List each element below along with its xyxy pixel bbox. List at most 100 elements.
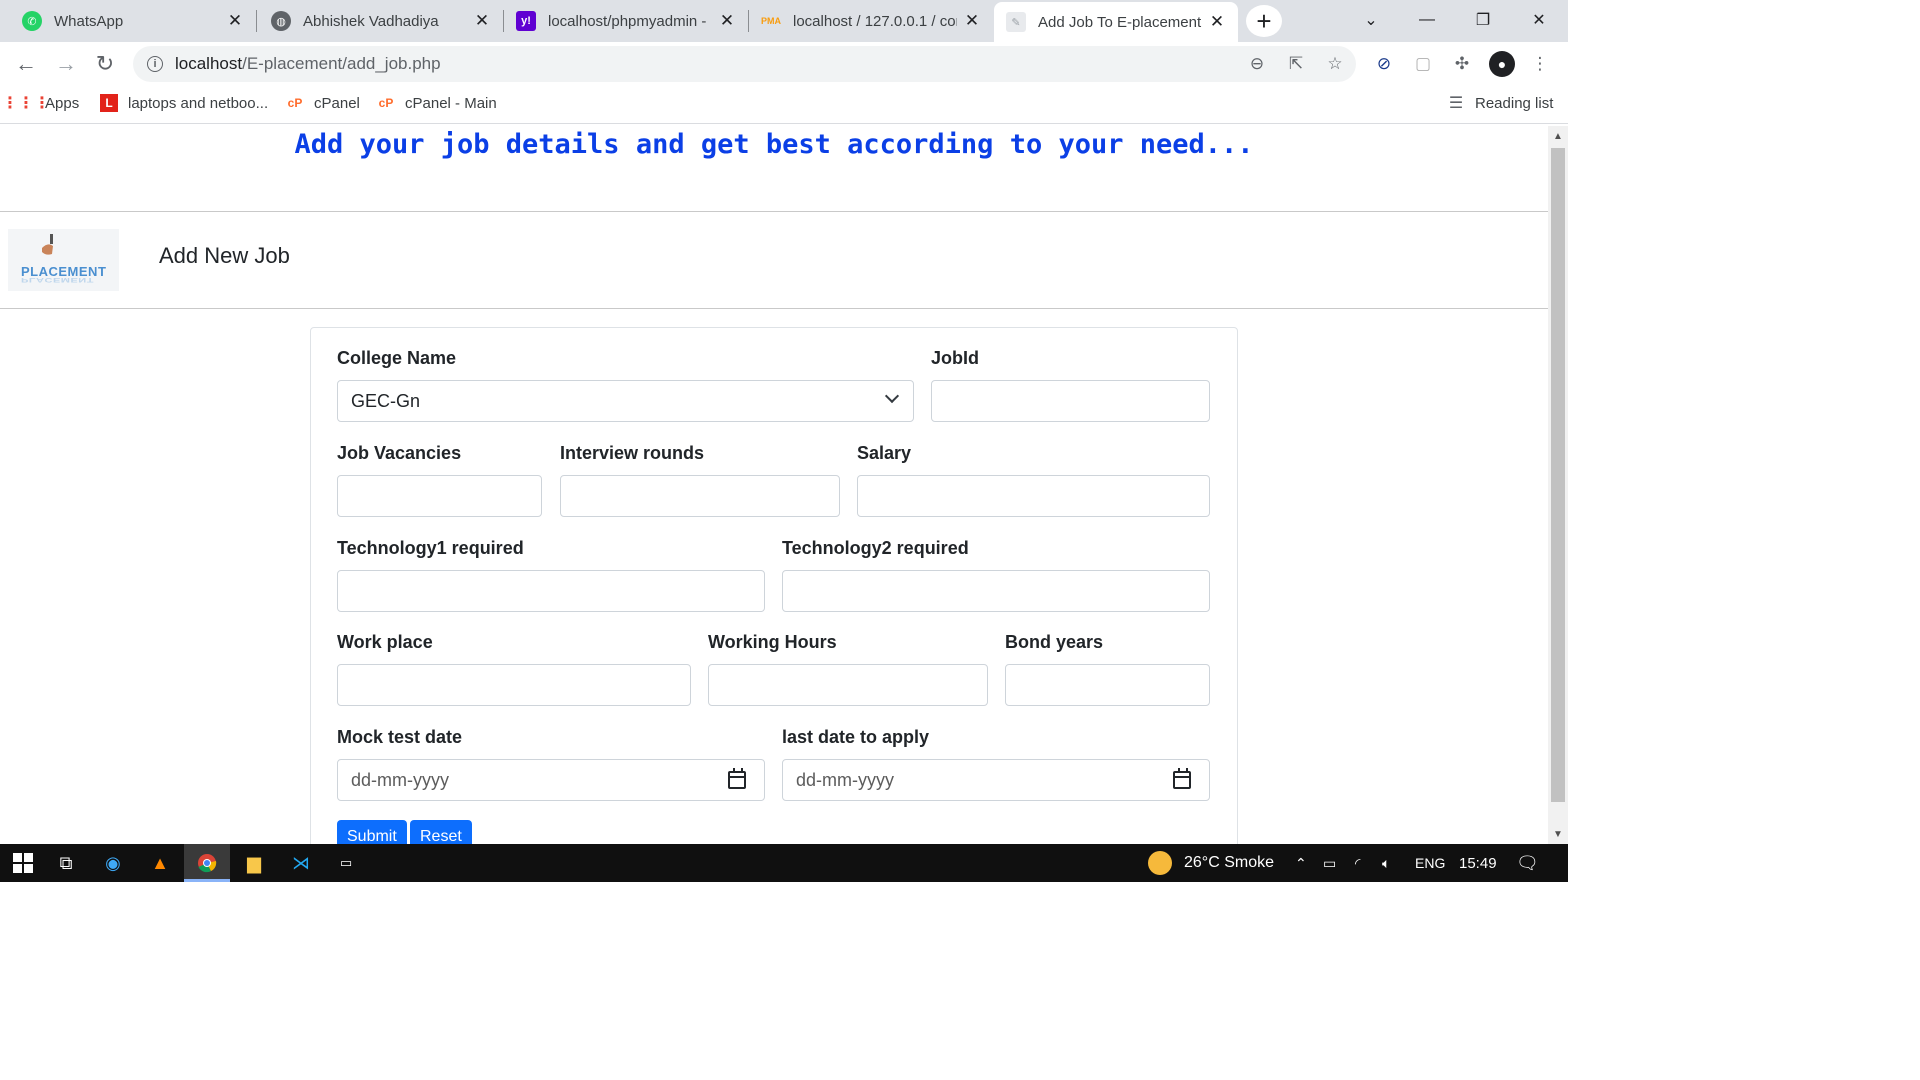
tab-title: localhost/phpmyadmin - — [548, 12, 707, 30]
url-path: /E-placement/add_job.php — [242, 54, 441, 73]
cpanel-icon: cP — [287, 96, 303, 110]
work-place-input[interactable] — [337, 664, 691, 706]
reading-list-label: Reading list — [1475, 94, 1554, 112]
menu-kebab-icon[interactable]: ⋮ — [1528, 52, 1552, 76]
close-window-button[interactable]: ✕ — [1511, 0, 1567, 40]
working-hours-label: Working Hours — [708, 632, 837, 652]
tab-title: Abhishek Vadhadiya — [303, 12, 439, 30]
tab-phpmyadmin[interactable]: y! localhost/phpmyadmin - ✕ — [504, 0, 748, 42]
yahoo-icon: y! — [516, 11, 536, 31]
windows-start-icon[interactable] — [0, 844, 46, 882]
close-icon[interactable]: ✕ — [963, 11, 981, 30]
forward-icon[interactable]: → — [52, 50, 80, 78]
close-icon[interactable]: ✕ — [473, 11, 491, 30]
page-scrollbar[interactable]: ▲ ▼ — [1548, 126, 1568, 844]
tray-chevron-icon[interactable]: ⌃ — [1295, 844, 1307, 882]
weather-widget[interactable]: 26°C Smoke — [1148, 844, 1274, 882]
apps-grid-icon: ⋮⋮⋮ — [2, 95, 50, 112]
tab-title: localhost / 127.0.0.1 / con — [793, 12, 957, 30]
wifi-icon[interactable]: ◜ — [1355, 844, 1360, 882]
technology1-input[interactable] — [337, 570, 765, 612]
windows-taskbar: ⧉ ◉ ▲ ▆ ⋊ ▭ 26°C Smoke ⌃ ▭ ◜ 🔈︎ ENG 15:4… — [0, 844, 1568, 882]
globe-icon: ◍ — [271, 11, 291, 31]
submit-button[interactable]: Submit — [337, 820, 407, 844]
calendar-icon[interactable] — [728, 768, 746, 789]
college-name-select[interactable]: GEC-Gn — [337, 380, 914, 422]
interview-rounds-input[interactable] — [560, 475, 840, 517]
reset-button[interactable]: Reset — [410, 820, 472, 844]
cpanel-icon: cP — [378, 96, 394, 110]
file-explorer-icon[interactable]: ▆ — [231, 844, 277, 882]
reload-icon[interactable]: ↻ — [91, 50, 119, 78]
tab-whatsapp[interactable]: ✆ WhatsApp ✕ — [0, 0, 256, 42]
profile-icon[interactable]: ● — [1489, 51, 1515, 77]
back-icon[interactable]: ← — [12, 50, 40, 78]
extensions-puzzle-icon[interactable]: ✣ — [1450, 52, 1474, 76]
reading-list-button[interactable]: ☰ Reading list — [1447, 94, 1554, 113]
scroll-down-icon[interactable]: ▼ — [1548, 826, 1568, 842]
blocker-extension-icon[interactable]: ⊘ — [1372, 52, 1396, 76]
technology2-input[interactable] — [782, 570, 1210, 612]
restore-button[interactable]: ❐ — [1455, 0, 1511, 40]
bookmark-label: laptops and netboo... — [128, 94, 269, 112]
close-icon[interactable]: ✕ — [1208, 12, 1226, 31]
logo-reflection: PLACEMENT — [21, 276, 94, 284]
edge-icon[interactable]: ◉ — [90, 844, 136, 882]
weather-sun-icon — [1148, 851, 1172, 875]
bond-years-label: Bond years — [1005, 632, 1104, 652]
volume-icon[interactable]: 🔈︎ — [1382, 844, 1390, 882]
bookmark-apps[interactable]: ⋮⋮⋮ Apps — [2, 94, 79, 113]
scroll-thumb[interactable] — [1551, 148, 1565, 802]
work-place-label: Work place — [337, 632, 433, 652]
lenovo-icon: L — [100, 94, 118, 112]
mock-test-date-input[interactable]: dd-mm-yyyy — [337, 759, 765, 801]
date-placeholder: dd-mm-yyyy — [796, 769, 894, 790]
bookmark-laptops[interactable]: L laptops and netboo... — [100, 94, 268, 112]
tab-abhishek[interactable]: ◍ Abhishek Vadhadiya ✕ — [257, 0, 503, 42]
reading-list-icon: ☰ — [1448, 95, 1464, 112]
working-hours-input[interactable] — [708, 664, 988, 706]
bookmark-cpanel[interactable]: cP cPanel — [286, 94, 360, 112]
placement-logo: PLACEMENT PLACEMENT — [8, 229, 119, 291]
calendar-icon[interactable] — [1173, 768, 1191, 789]
bond-years-input[interactable] — [1005, 664, 1210, 706]
url-text: localhost/E-placement/add_job.php — [175, 54, 441, 74]
minimize-button[interactable]: — — [1399, 0, 1455, 40]
battery-icon[interactable]: ▭ — [1323, 844, 1336, 882]
address-bar[interactable]: i localhost/E-placement/add_job.php ⊖ ⇱ … — [133, 46, 1356, 82]
bookmark-label: cPanel - Main — [405, 94, 497, 112]
job-vacancies-input[interactable] — [337, 475, 542, 517]
extension-icon[interactable]: ▢ — [1411, 52, 1435, 76]
tab-localhost[interactable]: PMA localhost / 127.0.0.1 / con ✕ — [749, 0, 993, 42]
jobid-input[interactable] — [931, 380, 1210, 422]
share-icon[interactable]: ⇱ — [1285, 53, 1307, 75]
scroll-up-icon[interactable]: ▲ — [1548, 128, 1568, 144]
clock[interactable]: 15:49 — [1459, 844, 1497, 882]
last-date-input[interactable]: dd-mm-yyyy — [782, 759, 1210, 801]
salary-input[interactable] — [857, 475, 1210, 517]
page-viewport: Add your job details and get best accord… — [0, 126, 1548, 844]
page-banner: Add your job details and get best accord… — [294, 129, 1254, 160]
whatsapp-icon: ✆ — [22, 11, 42, 31]
close-icon[interactable]: ✕ — [718, 11, 736, 30]
pen-hand-icon — [42, 234, 53, 255]
tab-add-job[interactable]: ✎ Add Job To E-placement ✕ — [994, 2, 1238, 42]
tab-search-icon[interactable]: ⌄ — [1343, 0, 1399, 40]
bookmark-star-icon[interactable]: ☆ — [1324, 53, 1346, 75]
weather-text: 26°C Smoke — [1184, 854, 1274, 871]
tab-strip: ✆ WhatsApp ✕ ◍ Abhishek Vadhadiya ✕ y! l… — [0, 0, 1568, 42]
phpmyadmin-icon: PMA — [761, 16, 781, 26]
task-view-icon[interactable]: ⧉ — [43, 844, 89, 882]
notifications-icon[interactable]: 🗨︎ — [1516, 844, 1539, 882]
date-placeholder: dd-mm-yyyy — [351, 769, 449, 790]
close-icon[interactable]: ✕ — [226, 11, 244, 30]
bookmark-cpanel-main[interactable]: cP cPanel - Main — [377, 94, 497, 112]
language-indicator[interactable]: ENG — [1415, 844, 1445, 882]
zoom-icon[interactable]: ⊖ — [1246, 53, 1268, 75]
chrome-icon[interactable] — [184, 844, 230, 882]
vlc-icon[interactable]: ▲ — [137, 844, 183, 882]
info-icon[interactable]: i — [147, 56, 163, 72]
new-tab-button[interactable]: + — [1246, 5, 1282, 37]
terminal-icon[interactable]: ▭ — [323, 844, 369, 882]
vscode-icon[interactable]: ⋊ — [278, 844, 324, 882]
